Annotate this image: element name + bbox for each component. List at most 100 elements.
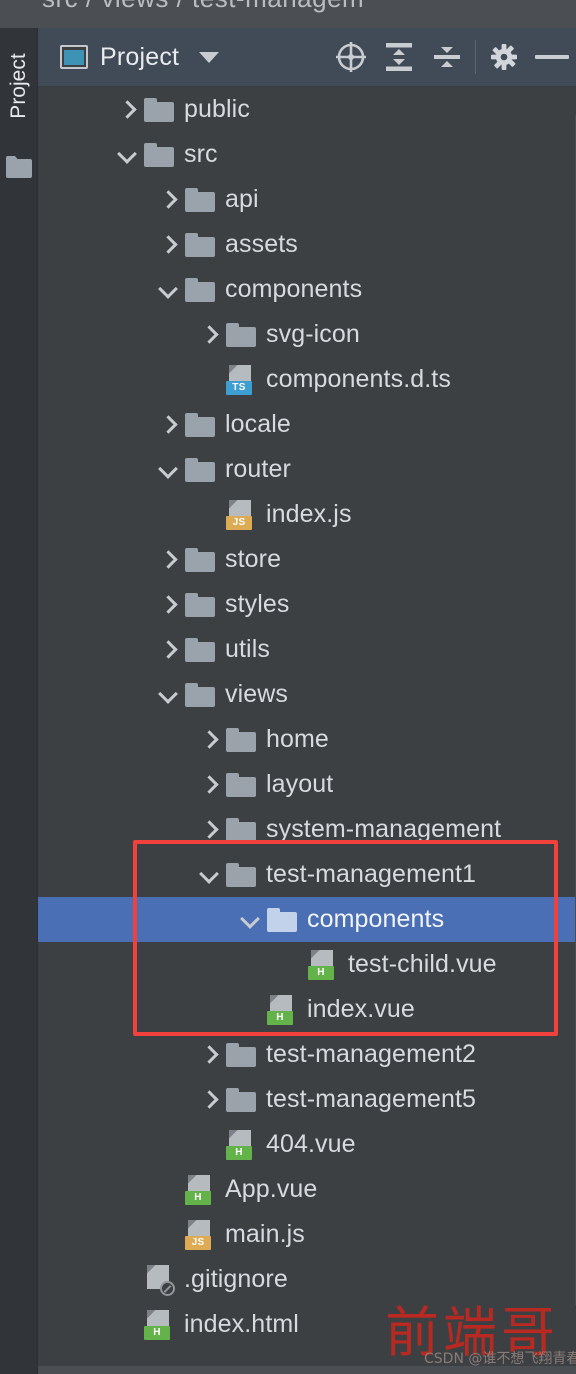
chevron-right-icon[interactable] [157, 415, 177, 435]
tree-row-label: layout [266, 770, 334, 798]
chevron-right-icon[interactable] [116, 100, 136, 120]
tree-row[interactable]: TS components.d.ts [38, 357, 576, 402]
tree-row[interactable]: store [38, 537, 576, 582]
chevron-right-icon[interactable] [157, 640, 177, 660]
chevron-down-icon[interactable] [157, 460, 177, 480]
folder-icon[interactable] [6, 156, 32, 183]
tree-row[interactable]: components [38, 267, 576, 312]
tree-twisty-placeholder [280, 955, 300, 975]
tree-row[interactable]: router [38, 447, 576, 492]
tree-row-label: system-management [266, 815, 502, 843]
tree-row-label: 404.vue [266, 1130, 356, 1158]
vue-file-icon: H [226, 1129, 256, 1160]
folder-icon [185, 682, 215, 707]
folder-icon [185, 277, 215, 302]
tree-row[interactable]: JS index.js [38, 492, 576, 537]
folder-icon [185, 457, 215, 482]
vue-file-icon: H [308, 949, 338, 980]
chevron-right-icon[interactable] [157, 190, 177, 210]
js-file-icon: JS [185, 1219, 215, 1250]
chevron-right-icon[interactable] [198, 1090, 218, 1110]
folder-icon [185, 637, 215, 662]
folder-icon [185, 547, 215, 572]
tree-row-label: assets [225, 230, 298, 258]
chevron-right-icon[interactable] [157, 595, 177, 615]
tree-row[interactable]: Hindex.vue [38, 987, 576, 1032]
tree-row-label: router [225, 455, 291, 483]
folder-icon [226, 817, 256, 842]
vue-file-icon: H [267, 994, 297, 1025]
tree-row[interactable]: svg-icon [38, 312, 576, 357]
tree-row[interactable]: public [38, 87, 576, 132]
chevron-right-icon[interactable] [198, 325, 218, 345]
tree-row[interactable]: H 404.vue [38, 1122, 576, 1167]
scroll-from-source-target-icon[interactable] [327, 28, 375, 86]
gear-icon[interactable] [480, 28, 528, 86]
tree-row[interactable]: src [38, 132, 576, 177]
expand-all-icon[interactable] [375, 28, 423, 86]
tree-row[interactable]: test-management2 [38, 1032, 576, 1077]
tree-row[interactable]: utils [38, 627, 576, 672]
ignored-file-icon [144, 1264, 175, 1296]
tree-row[interactable]: Htest-child.vue [38, 942, 576, 987]
tree-row[interactable]: layout [38, 762, 576, 807]
chevron-right-icon[interactable] [157, 235, 177, 255]
tree-row[interactable]: test-management1 [38, 852, 576, 897]
tree-row-label: components [307, 905, 445, 933]
chevron-right-icon[interactable] [157, 550, 177, 570]
tree-row[interactable]: system-management [38, 807, 576, 852]
tree-row-label: api [225, 185, 259, 213]
tree-row[interactable]: JS main.js [38, 1212, 576, 1257]
tree-row[interactable]: H App.vue [38, 1167, 576, 1212]
tree-row[interactable]: Hindex.html [38, 1302, 576, 1347]
tree-row[interactable]: locale [38, 402, 576, 447]
collapse-all-icon[interactable] [423, 28, 471, 86]
tree-twisty-placeholder [239, 1000, 259, 1020]
folder-icon [185, 232, 215, 257]
project-toolbar: Project [38, 28, 576, 87]
vue-file-icon: H [185, 1174, 215, 1205]
tree-row-label: styles [225, 590, 290, 618]
minimize-icon[interactable] [528, 28, 576, 86]
folder-icon [185, 187, 215, 212]
js-file-icon: JS [226, 499, 256, 530]
folder-icon [226, 862, 256, 887]
tree-twisty-placeholder [198, 505, 218, 525]
tree-twisty-placeholder [198, 1135, 218, 1155]
tree-row-label: index.vue [307, 995, 415, 1023]
folder-icon [226, 772, 256, 797]
folder-icon [185, 412, 215, 437]
tree-row[interactable]: .gitignore [38, 1257, 576, 1302]
tree-row-label: test-child.vue [348, 950, 497, 978]
project-window-icon [60, 45, 88, 69]
tree-row[interactable]: home [38, 717, 576, 762]
chevron-down-icon[interactable] [199, 51, 220, 63]
chevron-right-icon[interactable] [198, 1045, 218, 1065]
tree-twisty-placeholder [116, 1315, 136, 1335]
chevron-down-icon[interactable] [239, 910, 259, 930]
bottom-clipped-row [38, 1366, 576, 1374]
tree-row[interactable]: api [38, 177, 576, 222]
chevron-right-icon[interactable] [198, 775, 218, 795]
tree-row-label: components.d.ts [266, 365, 451, 393]
tree-row[interactable]: components [38, 897, 576, 942]
tree-row[interactable]: views [38, 672, 576, 717]
project-tool-window-tab[interactable]: Project [7, 44, 31, 128]
chevron-down-icon[interactable] [198, 865, 218, 885]
folder-icon [267, 907, 297, 932]
project-tree[interactable]: public src api assets components svg-icon TS co… [38, 87, 576, 1374]
tree-row-label: main.js [225, 1220, 305, 1248]
chevron-down-icon[interactable] [157, 685, 177, 705]
tree-row[interactable]: assets [38, 222, 576, 267]
tree-row-label: src [184, 140, 218, 168]
left-tool-window-bar: Project [0, 28, 38, 1374]
breadcrumb: src / views / test-managem [0, 0, 576, 28]
tree-row[interactable]: styles [38, 582, 576, 627]
folder-icon [226, 1087, 256, 1112]
tree-row[interactable]: test-management5 [38, 1077, 576, 1122]
chevron-down-icon[interactable] [116, 145, 136, 165]
tree-row-label: index.js [266, 500, 352, 528]
chevron-right-icon[interactable] [198, 730, 218, 750]
chevron-right-icon[interactable] [198, 820, 218, 840]
chevron-down-icon[interactable] [157, 280, 177, 300]
